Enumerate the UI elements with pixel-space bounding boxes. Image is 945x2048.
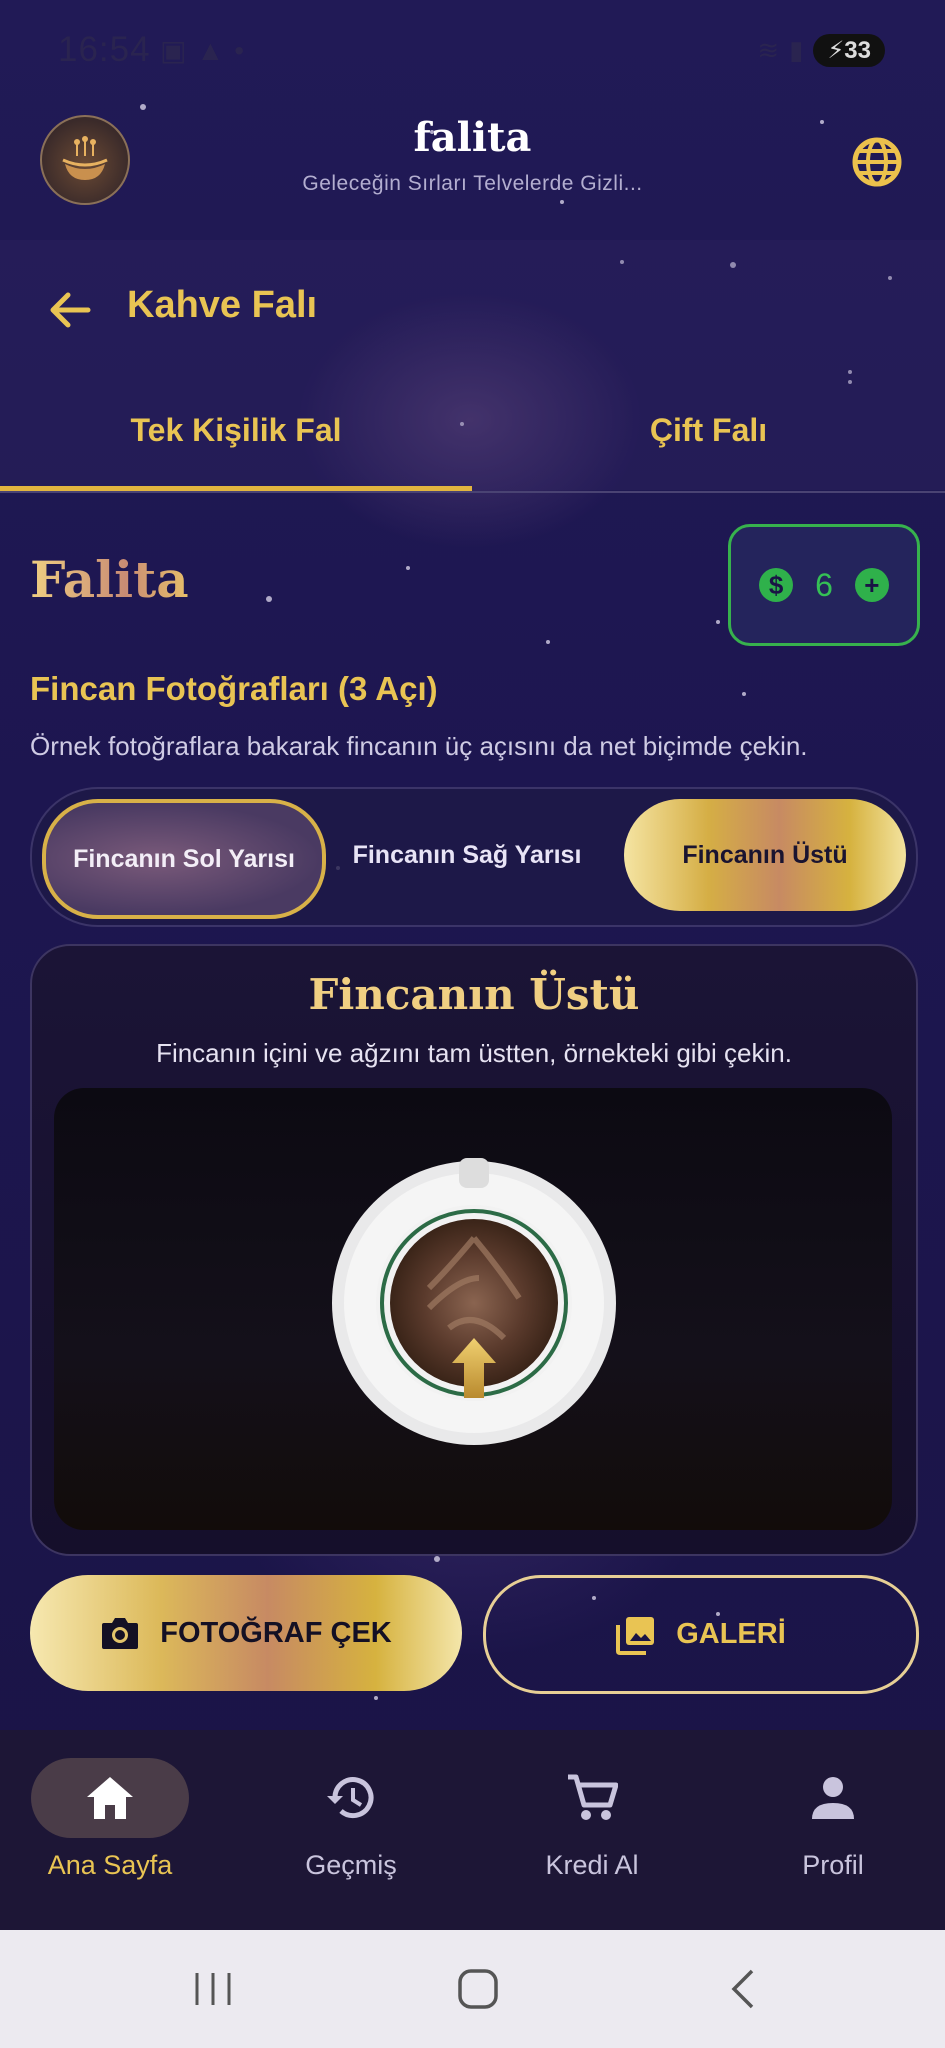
brand-heading: Falita xyxy=(30,550,189,609)
app-subtitle: Geleceğin Sırları Telvelerde Gizli... xyxy=(302,172,643,195)
nav-history[interactable]: Geçmiş xyxy=(251,1758,451,1908)
segment-right-half[interactable]: Fincanın Sağ Yarısı xyxy=(332,799,602,911)
tab-bar: Tek Kişilik Fal Çift Falı xyxy=(0,380,945,490)
status-icons-left: ▣ ▲ • xyxy=(160,34,244,67)
home-button[interactable] xyxy=(418,1930,538,2048)
add-credit-icon[interactable]: + xyxy=(854,568,889,602)
bottom-navigation: Ana Sayfa Geçmiş Kredi Al Profil xyxy=(0,1730,945,1930)
nav-profile[interactable]: Profil xyxy=(733,1758,933,1908)
dollar-icon: $ xyxy=(759,568,794,602)
nav-profile-pill xyxy=(754,1758,912,1838)
gallery-label: GALERİ xyxy=(676,1618,786,1650)
battery-indicator: ⚡33 xyxy=(813,34,885,67)
system-navigation-bar xyxy=(0,1930,945,2048)
star xyxy=(374,1696,378,1700)
nav-buy-credit-label: Kredi Al xyxy=(545,1850,639,1880)
nav-history-pill xyxy=(272,1758,430,1838)
gallery-icon xyxy=(616,1616,655,1655)
tab-couple[interactable]: Çift Falı xyxy=(472,380,945,480)
segment-top[interactable]: Fincanın Üstü xyxy=(624,799,906,911)
section-title: Fincan Fotoğrafları (3 Açı) xyxy=(30,670,438,707)
segment-left-half[interactable]: Fincanın Sol Yarısı xyxy=(42,799,326,919)
coffee-cup-top-view-image xyxy=(332,1158,616,1445)
section-description: Örnek fotoğraflara bakarak fincanın üç a… xyxy=(30,731,808,761)
back-arrow-icon[interactable] xyxy=(46,286,94,334)
gallery-button[interactable]: GALERİ xyxy=(483,1575,919,1694)
status-time: 16:54 xyxy=(58,30,151,69)
home-square-icon xyxy=(458,1969,498,2009)
nav-buy-credit-pill xyxy=(513,1758,671,1838)
recent-apps-button[interactable] xyxy=(153,1930,273,2048)
credit-amount: 6 xyxy=(815,566,833,603)
nav-home-pill xyxy=(31,1758,189,1838)
star xyxy=(406,566,410,570)
back-button[interactable] xyxy=(683,1930,803,2048)
page-title: Kahve Falı xyxy=(127,284,318,326)
credit-badge[interactable]: $ 6 + xyxy=(728,524,920,646)
example-photo xyxy=(54,1088,892,1530)
globe-icon[interactable] xyxy=(849,134,905,190)
star xyxy=(716,620,720,624)
status-bar: 16:54 ▣ ▲ • ≋ ▮ ⚡33 xyxy=(0,0,945,100)
page-header: Kahve Falı Tek Kişilik Fal Çift Falı xyxy=(0,240,945,490)
app-header: falita Geleceğin Sırları Telvelerde Gizl… xyxy=(0,100,945,240)
status-icons-right: ≋ ▮ ⚡33 xyxy=(757,34,885,67)
screenshot-icon: ▣ xyxy=(160,35,187,66)
star xyxy=(546,640,550,644)
recent-apps-icon xyxy=(195,1973,231,2005)
angle-selector: Fincanın Sol Yarısı Fincanın Sağ Yarısı … xyxy=(30,787,918,927)
nav-home[interactable]: Ana Sayfa xyxy=(10,1758,210,1908)
warning-icon: ▲ xyxy=(196,34,225,66)
star xyxy=(434,1556,440,1562)
star xyxy=(742,692,746,696)
nav-profile-label: Profil xyxy=(802,1850,864,1880)
tab-divider xyxy=(0,491,945,493)
history-icon xyxy=(327,1777,374,1819)
tab-single[interactable]: Tek Kişilik Fal xyxy=(0,380,472,480)
example-card: Fincanın Üstü Fincanın içini ve ağzını t… xyxy=(30,944,918,1556)
dot-icon: • xyxy=(234,34,244,66)
battery-level: 33 xyxy=(844,37,871,64)
person-icon xyxy=(812,1777,854,1819)
take-photo-button[interactable]: FOTOĞRAF ÇEK xyxy=(30,1575,462,1691)
back-chevron-icon xyxy=(731,1969,754,2009)
cart-icon xyxy=(568,1774,618,1820)
nav-buy-credit[interactable]: Kredi Al xyxy=(492,1758,692,1908)
signal-icon: ▮ xyxy=(789,35,804,65)
nav-history-label: Geçmiş xyxy=(305,1850,397,1880)
wifi-icon: ≋ xyxy=(757,35,780,65)
nav-home-label: Ana Sayfa xyxy=(47,1850,173,1880)
camera-icon xyxy=(102,1618,139,1649)
app-title: falita xyxy=(413,114,532,161)
take-photo-label: FOTOĞRAF ÇEK xyxy=(160,1616,392,1649)
card-title: Fincanın Üstü xyxy=(308,970,640,1019)
star xyxy=(266,596,272,602)
home-icon xyxy=(87,1777,133,1819)
card-description: Fincanın içini ve ağzını tam üstten, örn… xyxy=(156,1038,792,1068)
